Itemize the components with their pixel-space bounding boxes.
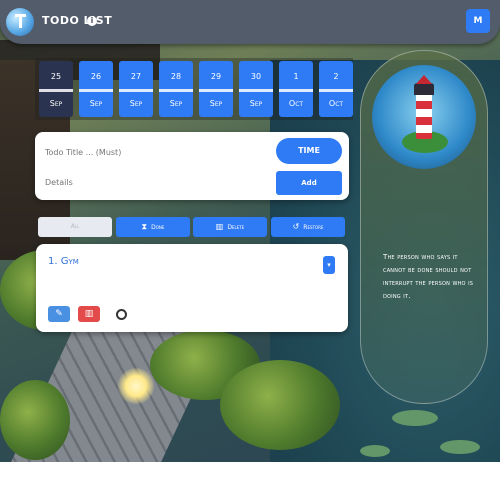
date-item[interactable]: 2 Oct (319, 61, 353, 117)
date-item[interactable]: 30 Sep (239, 61, 273, 117)
background-lily (360, 445, 390, 457)
trash-icon: ▥ (84, 309, 94, 319)
date-day: 28 (170, 72, 182, 81)
date-day: 27 (130, 72, 142, 81)
date-item[interactable]: 1 Oct (279, 61, 313, 117)
complete-toggle[interactable] (116, 309, 127, 320)
tab-all[interactable]: All (38, 217, 112, 237)
hourglass-icon: ⧗ (141, 222, 148, 231)
date-strip: 25 Sep 26 Sep 27 Sep 28 Sep 29 Sep 30 Sep 1 Oct… (35, 58, 353, 120)
app-logo (6, 8, 34, 36)
tab-label: All (70, 223, 80, 230)
task-card: 1. Gym ▾ ✎ ▥ (36, 244, 348, 332)
date-day: 2 (333, 72, 339, 81)
edit-icon: ✎ (55, 309, 63, 319)
trash-icon: ▥ (215, 222, 224, 231)
chevron-down-icon: ▾ (327, 261, 331, 269)
edit-button[interactable]: ✎ (48, 306, 70, 322)
background-lamp (118, 368, 154, 404)
tab-label: Delete (227, 224, 245, 231)
background-bush (220, 360, 340, 450)
date-day: 26 (90, 72, 102, 81)
task-details-input[interactable] (43, 172, 267, 192)
menu-button[interactable]: M (466, 9, 490, 33)
date-month: Sep (89, 99, 103, 108)
background-bush (0, 380, 70, 460)
date-month: Oct (288, 99, 304, 108)
quote-text: The person who says it cannot be done sh… (383, 253, 474, 300)
tab-delete[interactable]: ▥ Delete (193, 217, 267, 237)
date-month: Sep (209, 99, 223, 108)
date-month: Sep (49, 99, 63, 108)
date-item[interactable]: 27 Sep (119, 61, 153, 117)
info-icon[interactable]: i (87, 16, 97, 26)
date-item[interactable]: 29 Sep (199, 61, 233, 117)
date-item[interactable]: 25 Sep (39, 61, 73, 117)
quote-panel: The person who says it cannot be done sh… (360, 50, 488, 404)
background-lily (440, 440, 480, 454)
delete-button[interactable]: ▥ (78, 306, 100, 322)
date-day: 25 (50, 72, 62, 81)
tab-label: Done (151, 224, 165, 231)
background-lily (392, 410, 438, 426)
lighthouse-image (372, 65, 476, 169)
history-icon: ↺ (292, 222, 300, 231)
date-day: 30 (250, 72, 262, 81)
date-day: 1 (293, 72, 299, 81)
tab-label: Restore (303, 224, 324, 231)
tab-restore[interactable]: ↺ Restore (271, 217, 345, 237)
app-title: TODO LIST (42, 14, 113, 27)
date-month: Sep (249, 99, 263, 108)
tab-done[interactable]: ⧗ Done (116, 217, 190, 237)
new-task-form: TIME Add (35, 132, 349, 200)
time-button[interactable]: TIME (276, 138, 342, 164)
date-month: Oct (328, 99, 344, 108)
app-header: TODO LIST i M (0, 0, 500, 44)
date-month: Sep (129, 99, 143, 108)
date-month: Sep (169, 99, 183, 108)
task-title: 1. Gym (48, 256, 79, 267)
date-day: 29 (210, 72, 222, 81)
expand-button[interactable]: ▾ (323, 256, 335, 274)
date-item[interactable]: 28 Sep (159, 61, 193, 117)
add-button[interactable]: Add (276, 171, 342, 195)
task-title-input[interactable] (43, 142, 267, 162)
date-item[interactable]: 26 Sep (79, 61, 113, 117)
